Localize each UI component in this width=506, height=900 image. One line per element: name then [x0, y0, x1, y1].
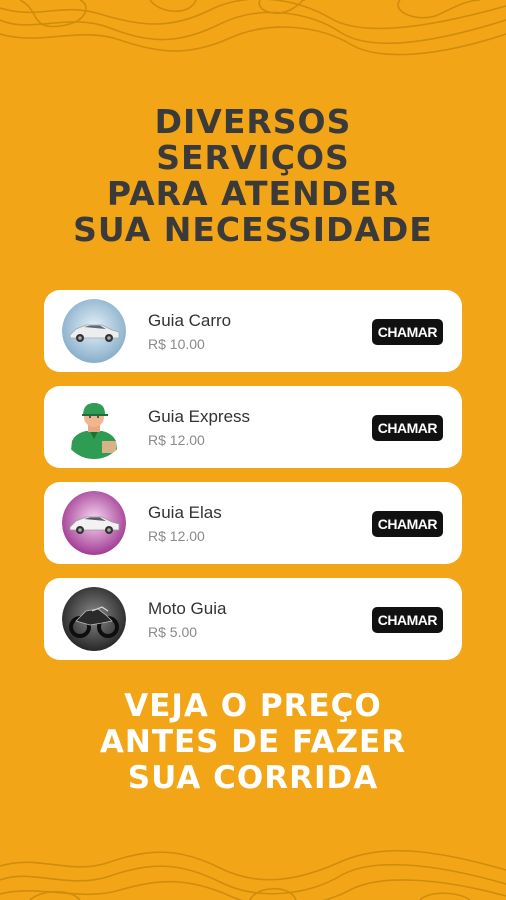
service-card-guia-elas[interactable]: Guia Elas R$ 12.00 CHAMAR — [44, 482, 462, 564]
headline-line-4: SUA NECESSIDADE — [73, 210, 433, 249]
headline-line-1: DIVERSOS — [154, 102, 352, 141]
footline: VEJA O PREÇO ANTES DE FAZER SUA CORRIDA — [0, 688, 506, 796]
service-list: Guia Carro R$ 10.00 CHAMAR Guia Express … — [44, 290, 462, 674]
call-button[interactable]: CHAMAR — [371, 607, 443, 633]
footline-line-2: ANTES DE FAZER — [99, 724, 407, 760]
car-icon — [62, 299, 126, 363]
call-button[interactable]: CHAMAR — [371, 511, 443, 537]
service-name: Guia Express — [148, 407, 251, 426]
service-name: Guia Carro — [148, 311, 232, 330]
headline: DIVERSOS SERVIÇOS PARA ATENDER SUA NECES… — [0, 104, 506, 248]
service-card-guia-carro[interactable]: Guia Carro R$ 10.00 CHAMAR — [44, 290, 462, 372]
call-button[interactable]: CHAMAR — [371, 319, 443, 345]
service-name: Moto Guia — [148, 599, 227, 618]
car-pink-icon — [62, 491, 126, 555]
headline-line-3: PARA ATENDER — [106, 174, 400, 213]
footline-line-3: SUA CORRIDA — [127, 760, 379, 796]
service-price: R$ 5.00 — [148, 624, 198, 640]
service-card-moto-guia[interactable]: Moto Guia R$ 5.00 CHAMAR — [44, 578, 462, 660]
service-price: R$ 12.00 — [148, 432, 205, 448]
topographic-pattern-top — [0, 0, 506, 56]
motorcycle-icon — [62, 587, 126, 651]
service-price: R$ 12.00 — [148, 528, 205, 544]
topographic-pattern-bottom — [0, 849, 506, 900]
service-name: Guia Elas — [148, 503, 222, 522]
call-button[interactable]: CHAMAR — [371, 415, 443, 441]
footline-line-1: VEJA O PREÇO — [124, 688, 382, 724]
delivery-person-icon — [62, 395, 126, 459]
service-card-guia-express[interactable]: Guia Express R$ 12.00 CHAMAR — [44, 386, 462, 468]
service-price: R$ 10.00 — [148, 336, 205, 352]
headline-line-2: SERVIÇOS — [156, 138, 350, 177]
